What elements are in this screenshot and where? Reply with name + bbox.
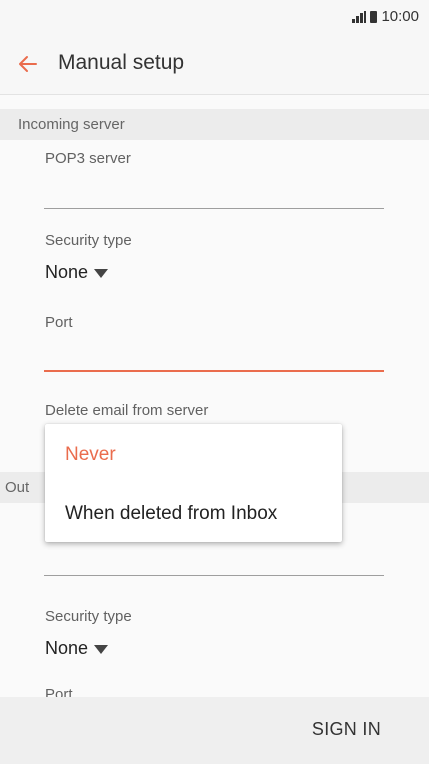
status-bar: 10:00 bbox=[0, 0, 429, 36]
app-bar: Manual setup bbox=[0, 36, 429, 95]
pop3-server-label: POP3 server bbox=[45, 150, 131, 167]
security-type-label: Security type bbox=[45, 232, 132, 249]
menu-option-never[interactable]: Never bbox=[65, 444, 116, 466]
bottom-bar: SIGN IN bbox=[0, 697, 429, 764]
signal-icon bbox=[352, 10, 367, 23]
page-title: Manual setup bbox=[58, 51, 185, 74]
back-arrow-icon[interactable] bbox=[14, 50, 42, 78]
dropdown-arrow-icon bbox=[94, 645, 109, 654]
battery-icon bbox=[370, 10, 378, 23]
settings-form[interactable]: Incoming server POP3 server Security typ… bbox=[0, 95, 429, 697]
port-input[interactable] bbox=[44, 370, 384, 372]
pop3-server-input[interactable] bbox=[44, 208, 384, 209]
delete-email-label: Delete email from server bbox=[45, 402, 209, 419]
outgoing-port-label: Port bbox=[45, 686, 73, 697]
sign-in-button[interactable]: SIGN IN bbox=[312, 719, 381, 740]
outgoing-security-type-dropdown[interactable]: None bbox=[45, 638, 109, 659]
delete-email-menu: Never When deleted from Inbox bbox=[45, 424, 342, 542]
security-type-dropdown[interactable]: None bbox=[45, 262, 109, 283]
status-indicators: 10:00 bbox=[352, 8, 419, 25]
incoming-server-header: Incoming server bbox=[0, 109, 429, 140]
port-label: Port bbox=[45, 314, 73, 331]
outgoing-security-type-label: Security type bbox=[45, 608, 132, 625]
menu-option-when-deleted[interactable]: When deleted from Inbox bbox=[65, 503, 277, 525]
dropdown-arrow-icon bbox=[94, 269, 109, 278]
status-time: 10:00 bbox=[381, 8, 419, 25]
smtp-server-input[interactable] bbox=[44, 575, 384, 576]
